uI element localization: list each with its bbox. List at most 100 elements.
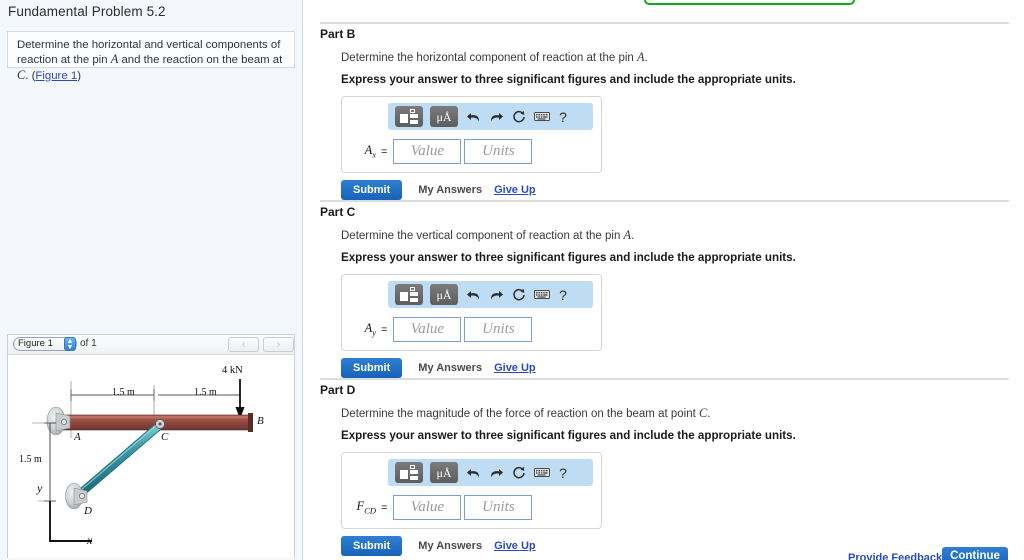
part-d-submit-button[interactable]: Submit bbox=[341, 536, 403, 556]
part-b-submit-button[interactable]: Submit bbox=[341, 180, 403, 200]
part-d-answer-subscript: CD bbox=[364, 505, 376, 516]
undo-icon[interactable] bbox=[465, 110, 481, 124]
keyboard-icon[interactable] bbox=[534, 467, 550, 478]
part-d-prompt-prefix: Determine the magnitude of the force of … bbox=[341, 408, 699, 420]
units-icon-label: μÅ bbox=[436, 287, 452, 302]
units-icon-label: μÅ bbox=[436, 109, 452, 124]
redo-icon[interactable] bbox=[488, 288, 504, 302]
template-icon[interactable] bbox=[395, 284, 423, 305]
part-c-actions: Submit My Answers Give Up bbox=[341, 358, 1010, 378]
figure-prev-button[interactable]: ‹ bbox=[228, 337, 259, 352]
units-icon[interactable]: μÅ bbox=[430, 106, 458, 127]
reset-icon[interactable] bbox=[511, 466, 527, 480]
label-D: D bbox=[84, 505, 92, 517]
problem-page: Fundamental Problem 5.2 Determine the ho… bbox=[0, 0, 1024, 560]
part-b-prompt: Determine the horizontal component of re… bbox=[341, 50, 1010, 65]
part-c-prompt-suffix: . bbox=[631, 230, 635, 242]
part-c-give-up-link[interactable]: Give Up bbox=[494, 362, 536, 374]
page-title: Fundamental Problem 5.2 bbox=[8, 4, 166, 19]
figure-select-arrows-icon[interactable]: ▲ ▼ bbox=[64, 337, 76, 351]
dimension-top-left: 1.5 m bbox=[112, 387, 135, 398]
provide-feedback-link[interactable]: Provide Feedback bbox=[848, 552, 942, 560]
part-b-units-input[interactable]: Units bbox=[464, 139, 533, 164]
part-d-equals: = bbox=[381, 501, 388, 514]
units-icon[interactable]: μÅ bbox=[430, 462, 458, 483]
label-A: A bbox=[74, 431, 81, 443]
statement-end: ) bbox=[77, 69, 81, 82]
left-problem-panel: Fundamental Problem 5.2 Determine the ho… bbox=[0, 0, 303, 560]
part-c-heading: Part C bbox=[320, 205, 356, 219]
part-c-submit-button[interactable]: Submit bbox=[341, 358, 403, 378]
undo-icon[interactable] bbox=[465, 288, 481, 302]
figure-count-label: of 1 bbox=[80, 338, 97, 349]
part-b-actions: Submit My Answers Give Up bbox=[341, 180, 1010, 200]
axis-x-label: x bbox=[87, 533, 93, 547]
part-b-equals: = bbox=[381, 145, 388, 158]
part-b-prompt-suffix: . bbox=[644, 52, 648, 64]
part-c-instruction: Express your answer to three significant… bbox=[341, 251, 796, 264]
figure-viewer: Figure 1 ▲ ▼ of 1 ‹ › 1.5 m 1.5 m 1.5 m … bbox=[7, 334, 295, 558]
part-d-my-answers-link[interactable]: My Answers bbox=[418, 540, 482, 552]
part-c-prompt: Determine the vertical component of reac… bbox=[341, 228, 1010, 243]
part-c-my-answers-link[interactable]: My Answers bbox=[418, 362, 482, 374]
help-icon[interactable]: ? bbox=[557, 287, 569, 303]
continue-button[interactable]: Continue bbox=[942, 547, 1008, 560]
redo-icon[interactable] bbox=[488, 466, 504, 480]
figure-1-link[interactable]: Figure 1 bbox=[35, 70, 77, 82]
part-c-units-input[interactable]: Units bbox=[464, 317, 533, 342]
statement-suffix: . ( bbox=[25, 69, 36, 82]
part-b-section: Part B Determine the horizontal componen… bbox=[320, 27, 1010, 200]
part-d-prompt-suffix: . bbox=[707, 408, 711, 420]
problem-statement-box: Determine the horizontal and vertical co… bbox=[7, 31, 295, 82]
part-c-equals: = bbox=[381, 323, 388, 336]
dimension-vertical: 1.5 m bbox=[19, 454, 42, 465]
part-b-answer-box: μÅ ? Ax = Value Units bbox=[341, 96, 602, 173]
part-b-answer-label: Ax bbox=[350, 143, 376, 160]
part-d-answer-row: FCD = Value Units bbox=[350, 495, 593, 520]
part-b-my-answers-link[interactable]: My Answers bbox=[418, 184, 482, 196]
help-icon[interactable]: ? bbox=[557, 465, 569, 481]
template-icon[interactable] bbox=[395, 462, 423, 483]
dimension-top-right: 1.5 m bbox=[194, 387, 217, 398]
figure-canvas: 1.5 m 1.5 m 1.5 m 4 kN A B C D x y bbox=[8, 355, 294, 558]
part-b-math-toolbar: μÅ ? bbox=[388, 103, 593, 130]
part-b-give-up-link[interactable]: Give Up bbox=[494, 184, 536, 196]
part-d-units-input[interactable]: Units bbox=[464, 495, 533, 520]
part-d-section: Part D Determine the magnitude of the fo… bbox=[320, 383, 1010, 556]
part-c-answer-label: Ay bbox=[350, 321, 376, 338]
part-c-prompt-prefix: Determine the vertical component of reac… bbox=[341, 230, 624, 242]
part-c-answer-box: μÅ ? Ay = Value Units bbox=[341, 274, 602, 351]
part-c-answer-row: Ay = Value Units bbox=[350, 317, 593, 342]
part-d-answer-box: μÅ ? FCD = Value Units bbox=[341, 452, 602, 529]
part-d-heading: Part D bbox=[320, 383, 356, 397]
previous-part-correct-box bbox=[644, 0, 855, 5]
statement-middle: and the reaction on the beam at bbox=[118, 54, 283, 67]
part-b-prompt-symbol: A bbox=[636, 50, 645, 64]
keyboard-icon[interactable] bbox=[534, 289, 550, 300]
load-label: 4 kN bbox=[222, 365, 243, 376]
part-c-prompt-symbol: A bbox=[623, 228, 632, 242]
part-d-instruction: Express your answer to three significant… bbox=[341, 429, 796, 442]
keyboard-icon[interactable] bbox=[534, 111, 550, 122]
beam-truss-diagram bbox=[32, 379, 253, 542]
right-answer-panel: Part B Determine the horizontal componen… bbox=[304, 0, 1024, 560]
part-d-answer-label: FCD bbox=[350, 499, 376, 516]
help-icon[interactable]: ? bbox=[557, 109, 569, 125]
part-c-value-input[interactable]: Value bbox=[393, 317, 462, 342]
units-icon-label: μÅ bbox=[436, 465, 452, 480]
part-b-value-input[interactable]: Value bbox=[393, 139, 462, 164]
part-b-instruction: Express your answer to three significant… bbox=[341, 73, 796, 86]
divider-part-d bbox=[320, 378, 1009, 380]
undo-icon[interactable] bbox=[465, 466, 481, 480]
part-d-give-up-link[interactable]: Give Up bbox=[494, 540, 536, 552]
figure-next-button[interactable]: › bbox=[263, 337, 294, 352]
part-d-value-input[interactable]: Value bbox=[393, 495, 462, 520]
redo-icon[interactable] bbox=[488, 110, 504, 124]
reset-icon[interactable] bbox=[511, 110, 527, 124]
divider-part-c bbox=[320, 200, 1009, 202]
reset-icon[interactable] bbox=[511, 288, 527, 302]
units-icon[interactable]: μÅ bbox=[430, 284, 458, 305]
part-b-answer-subscript: x bbox=[372, 149, 376, 160]
part-c-math-toolbar: μÅ ? bbox=[388, 281, 593, 308]
template-icon[interactable] bbox=[395, 106, 423, 127]
